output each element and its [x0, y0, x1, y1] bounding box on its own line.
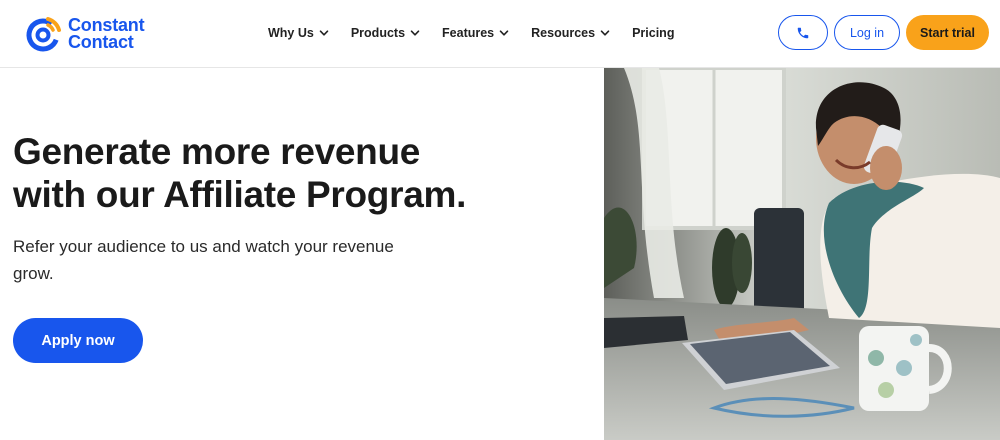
constant-contact-logo[interactable]: Constant Contact [24, 13, 164, 55]
nav-item-features[interactable]: Features [442, 26, 509, 40]
hero-photo-woman-on-phone [604, 68, 1000, 440]
nav-item-label: Why Us [268, 26, 314, 40]
hero-title-line1: Generate more revenue [13, 131, 421, 172]
apply-now-button[interactable]: Apply now [13, 318, 143, 363]
hero-subtitle-line1: Refer your audience to us and watch your… [13, 237, 394, 256]
site-header: Constant Contact Why Us Products Feature… [0, 0, 1000, 68]
hero-title: Generate more revenue with our Affiliate… [13, 130, 573, 216]
nav-item-resources[interactable]: Resources [531, 26, 610, 40]
hero-title-line2: with our Affiliate Program. [13, 174, 467, 215]
chevron-down-icon [319, 30, 329, 36]
nav-item-label: Features [442, 26, 495, 40]
hero-photo-illustration [604, 68, 1000, 440]
start-trial-button[interactable]: Start trial [906, 15, 989, 50]
nav-item-label: Pricing [632, 26, 675, 40]
chevron-down-icon [499, 30, 509, 36]
nav-item-label: Resources [531, 26, 596, 40]
phone-icon [797, 27, 809, 38]
login-button[interactable]: Log in [834, 15, 900, 50]
main-nav: Why Us Products Features Resources Prici… [268, 22, 674, 44]
chevron-down-icon [600, 30, 610, 36]
logo-text-line2: Contact [68, 32, 134, 52]
logo-mark-icon [26, 17, 61, 52]
nav-item-why-us[interactable]: Why Us [268, 26, 329, 40]
phone-button[interactable] [778, 15, 828, 50]
chevron-down-icon [410, 30, 420, 36]
hero-subtitle-line2: grow. [13, 264, 54, 283]
nav-item-products[interactable]: Products [351, 26, 420, 40]
logo-wordmark: Constant Contact [68, 16, 145, 52]
nav-item-label: Products [350, 26, 406, 40]
hero-subtitle: Refer your audience to us and watch your… [13, 233, 433, 287]
nav-item-pricing[interactable]: Pricing [632, 26, 674, 40]
